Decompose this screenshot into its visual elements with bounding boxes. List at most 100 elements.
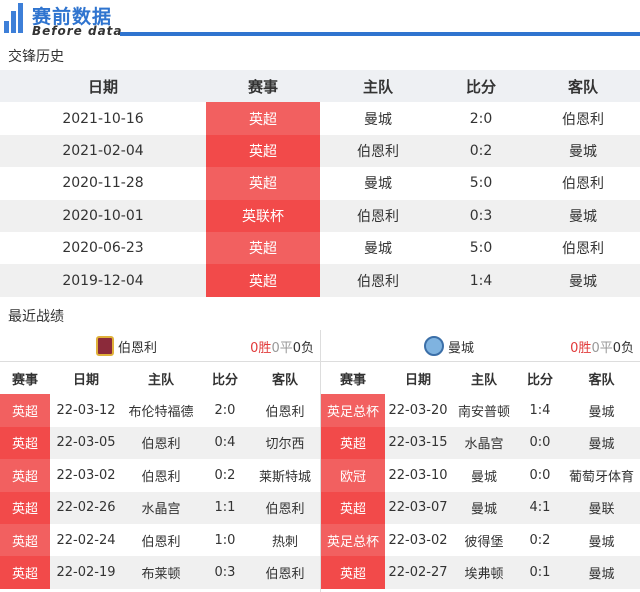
panel-header-row: 赛事 日期 主队 比分 客队	[0, 362, 320, 395]
bar-chart-logo-icon	[4, 3, 26, 33]
score: 0:3	[214, 565, 236, 581]
recent-section-title: 最近战绩	[8, 309, 64, 325]
away-team: 曼城	[588, 405, 615, 421]
recent-match-row: 英超 22-03-02 伯恩利 0:2 莱斯特城	[0, 459, 320, 492]
recent-panel-mancity: 曼城 0胜0平0负 赛事 日期 主队 比分 客队 英足总杯 22-03-20 南安普…	[321, 330, 640, 589]
match-date: 22-03-02	[388, 532, 448, 548]
score: 0:3	[469, 207, 493, 224]
col-home: 主队	[147, 372, 174, 388]
competition-badge: 英超	[0, 394, 50, 427]
competition-badge: 英超	[0, 523, 50, 557]
score: 4:1	[529, 500, 551, 516]
competition-badge: 英超	[321, 491, 385, 524]
home-team: 曼城	[364, 111, 392, 128]
recent-match-row: 英超 22-02-27 埃弗顿 0:1 曼城	[321, 556, 640, 589]
man-city-crest-icon	[424, 336, 444, 356]
col-away: 客队	[567, 77, 598, 96]
col-competition: 赛事	[11, 372, 38, 388]
score: 1:1	[214, 500, 236, 516]
score: 5:0	[469, 175, 493, 192]
recent-match-row: 英足总杯 22-03-02 彼得堡 0:2 曼城	[321, 523, 640, 557]
match-date: 22-02-27	[388, 565, 448, 581]
losses: 0负	[292, 341, 314, 356]
recent-match-row: 英超 22-02-19 布莱顿 0:3 伯恩利	[0, 556, 320, 589]
match-date: 2020-10-01	[62, 207, 144, 224]
competition-badge: 英足总杯	[321, 523, 385, 557]
h2h-row: 2019-12-04 英超 伯恩利 1:4 曼城	[0, 264, 640, 297]
away-team: 曼城	[569, 208, 597, 225]
losses: 0负	[612, 341, 634, 356]
wins: 0胜	[570, 341, 592, 356]
score: 1:0	[214, 532, 236, 548]
recent-match-row: 英超 22-02-24 伯恩利 1:0 热刺	[0, 523, 320, 557]
home-team: 水晶宫	[141, 502, 181, 518]
home-team: 伯恩利	[141, 469, 181, 485]
away-team: 伯恩利	[265, 502, 305, 518]
home-team: 埃弗顿	[464, 567, 504, 583]
draws: 0平	[271, 341, 293, 356]
away-team: 曼联	[588, 502, 615, 518]
home-team: 曼城	[470, 502, 497, 518]
away-team: 热刺	[271, 534, 298, 550]
score: 1:4	[529, 403, 551, 419]
home-team: 南安普顿	[457, 405, 510, 421]
col-competition: 赛事	[206, 70, 320, 103]
home-team: 伯恩利	[357, 273, 399, 290]
h2h-row: 2020-11-28 英超 曼城 5:0 伯恩利	[0, 167, 640, 200]
h2h-section-title: 交锋历史	[8, 49, 64, 65]
competition-badge: 英超	[206, 134, 320, 168]
score: 0:0	[529, 435, 551, 451]
score: 0:4	[214, 435, 236, 451]
col-away: 客队	[271, 372, 298, 388]
score: 0:0	[529, 467, 551, 483]
left-rows: 英超 22-03-12 布伦特福德 2:0 伯恩利 英超 22-03-05 伯恩利 0:4 切尔西…	[0, 394, 320, 589]
score: 0:2	[469, 142, 493, 159]
col-home: 主队	[470, 372, 497, 388]
match-date: 2020-11-28	[62, 175, 144, 192]
match-date: 22-03-02	[56, 467, 116, 483]
h2h-row: 2021-10-16 英超 曼城 2:0 伯恩利	[0, 102, 640, 135]
win-draw-loss-record: 0胜0平0负	[250, 337, 314, 356]
panel-header: 伯恩利 0胜0平0负	[0, 330, 320, 362]
away-team: 莱斯特城	[258, 469, 311, 485]
col-away: 客队	[588, 372, 615, 388]
competition-badge: 英超	[206, 231, 320, 265]
col-home: 主队	[362, 77, 393, 96]
score: 5:0	[469, 240, 493, 257]
away-team: 伯恩利	[265, 405, 305, 421]
score: 1:4	[469, 272, 493, 289]
away-team: 伯恩利	[562, 241, 604, 258]
recent-panel-burnley: 伯恩利 0胜0平0负 赛事 日期 主队 比分 客队 英超 22-03-12 布伦特福…	[0, 330, 320, 589]
recent-match-row: 英超 22-03-12 布伦特福德 2:0 伯恩利	[0, 394, 320, 427]
col-date: 日期	[72, 372, 99, 388]
away-team: 曼城	[588, 567, 615, 583]
away-team: 伯恩利	[562, 176, 604, 193]
score: 2:0	[469, 110, 493, 127]
match-date: 22-03-20	[388, 403, 448, 419]
score: 0:1	[529, 565, 551, 581]
panel-header: 曼城 0胜0平0负	[321, 330, 640, 362]
away-team: 葡萄牙体育	[568, 469, 634, 485]
match-date: 22-03-05	[56, 435, 116, 451]
home-team: 曼城	[364, 176, 392, 193]
competition-badge: 欧冠	[321, 459, 385, 492]
h2h-row: 2021-02-04 英超 伯恩利 0:2 曼城	[0, 134, 640, 168]
burnley-crest-icon	[96, 336, 114, 356]
home-team: 彼得堡	[464, 534, 504, 550]
score: 0:2	[529, 532, 551, 548]
home-team: 布莱顿	[141, 567, 181, 583]
h2h-table: 日期 赛事 主队 比分 客队 2021-10-16 英超 曼城 2:0 伯恩利 2021-…	[0, 70, 640, 297]
home-team: 布伦特福德	[128, 405, 194, 421]
recent-match-row: 英超 22-03-05 伯恩利 0:4 切尔西	[0, 426, 320, 460]
match-date: 22-03-10	[388, 467, 448, 483]
home-team: 伯恩利	[141, 437, 181, 453]
away-team: 曼城	[569, 143, 597, 160]
away-team: 切尔西	[265, 437, 305, 453]
header-divider	[120, 32, 640, 36]
competition-badge: 英超	[321, 556, 385, 589]
away-team: 伯恩利	[265, 567, 305, 583]
panel-header-row: 赛事 日期 主队 比分 客队	[321, 362, 640, 395]
col-date: 日期	[87, 77, 118, 96]
score: 0:2	[214, 467, 236, 483]
draws: 0平	[591, 341, 613, 356]
